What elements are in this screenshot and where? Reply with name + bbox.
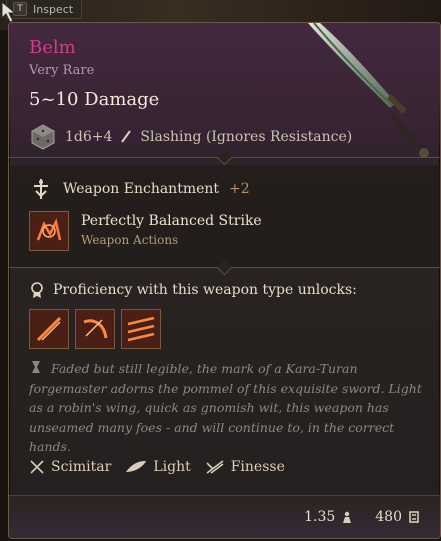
flavor-paragraph: Faded but still legible, the mark of a K…: [29, 361, 422, 454]
weight-price-row: 1.35 480: [304, 509, 420, 525]
property-finesse[interactable]: Finesse: [205, 459, 285, 475]
slashing-icon: [121, 130, 132, 143]
cursor-icon: [1, 0, 17, 23]
property-label: Scimitar: [51, 459, 112, 475]
inspect-label: Inspect: [33, 2, 74, 16]
action-subtitle: Weapon Actions: [81, 233, 179, 247]
property-label: Light: [153, 459, 191, 475]
gold-icon: [409, 511, 419, 523]
enchantment-label: Weapon Enchantment: [63, 181, 220, 197]
item-name: Belm: [29, 37, 76, 58]
proficiency-label: Proficiency with this weapon type unlock…: [53, 282, 357, 298]
property-light[interactable]: Light: [125, 459, 191, 475]
damage-detail-row: 1d6+4 Slashing (Ignores Resistance): [29, 123, 352, 151]
finesse-icon: [206, 460, 224, 474]
item-rarity: Very Rare: [29, 63, 95, 78]
balanced-strike-icon: [29, 211, 69, 251]
damage-dice: 1d6+4: [65, 129, 113, 145]
slash-attack-icon[interactable]: [29, 309, 69, 349]
enchantment-row: Weapon Enchantment +2: [29, 177, 250, 201]
item-damage: 5~10 Damage: [29, 89, 160, 110]
d6-dice-icon: [31, 124, 55, 150]
enchantment-bonus: +2: [229, 181, 250, 197]
action-title: Perfectly Balanced Strike: [81, 213, 262, 229]
cleave-attack-icon[interactable]: [75, 309, 115, 349]
weapon-action[interactable]: Perfectly Balanced Strike Weapon Actions: [29, 211, 262, 251]
weapon-properties: Scimitar Light Finesse: [29, 459, 285, 475]
property-label: Finesse: [230, 459, 285, 475]
proficiency-icon: [31, 282, 43, 298]
enchantment-icon: [34, 179, 48, 199]
feather-icon: [126, 461, 147, 472]
flavor-text: Faded but still legible, the mark of a K…: [29, 359, 424, 457]
weight-icon: [343, 511, 352, 523]
scimitar-icon: [30, 460, 44, 474]
sword-illustration: [308, 23, 429, 158]
property-scimitar[interactable]: Scimitar: [29, 459, 111, 475]
proficiency-icons: [29, 309, 161, 349]
damage-type: Slashing (Ignores Resistance): [140, 129, 353, 145]
proficiency-row: Proficiency with this weapon type unlock…: [29, 281, 357, 299]
item-tooltip: Belm Very Rare 5~10 Damage 1d6+4 Slashin…: [8, 22, 441, 539]
price-value: 480: [375, 509, 402, 525]
flurry-attack-icon[interactable]: [121, 309, 161, 349]
weight-value: 1.35: [304, 509, 336, 525]
